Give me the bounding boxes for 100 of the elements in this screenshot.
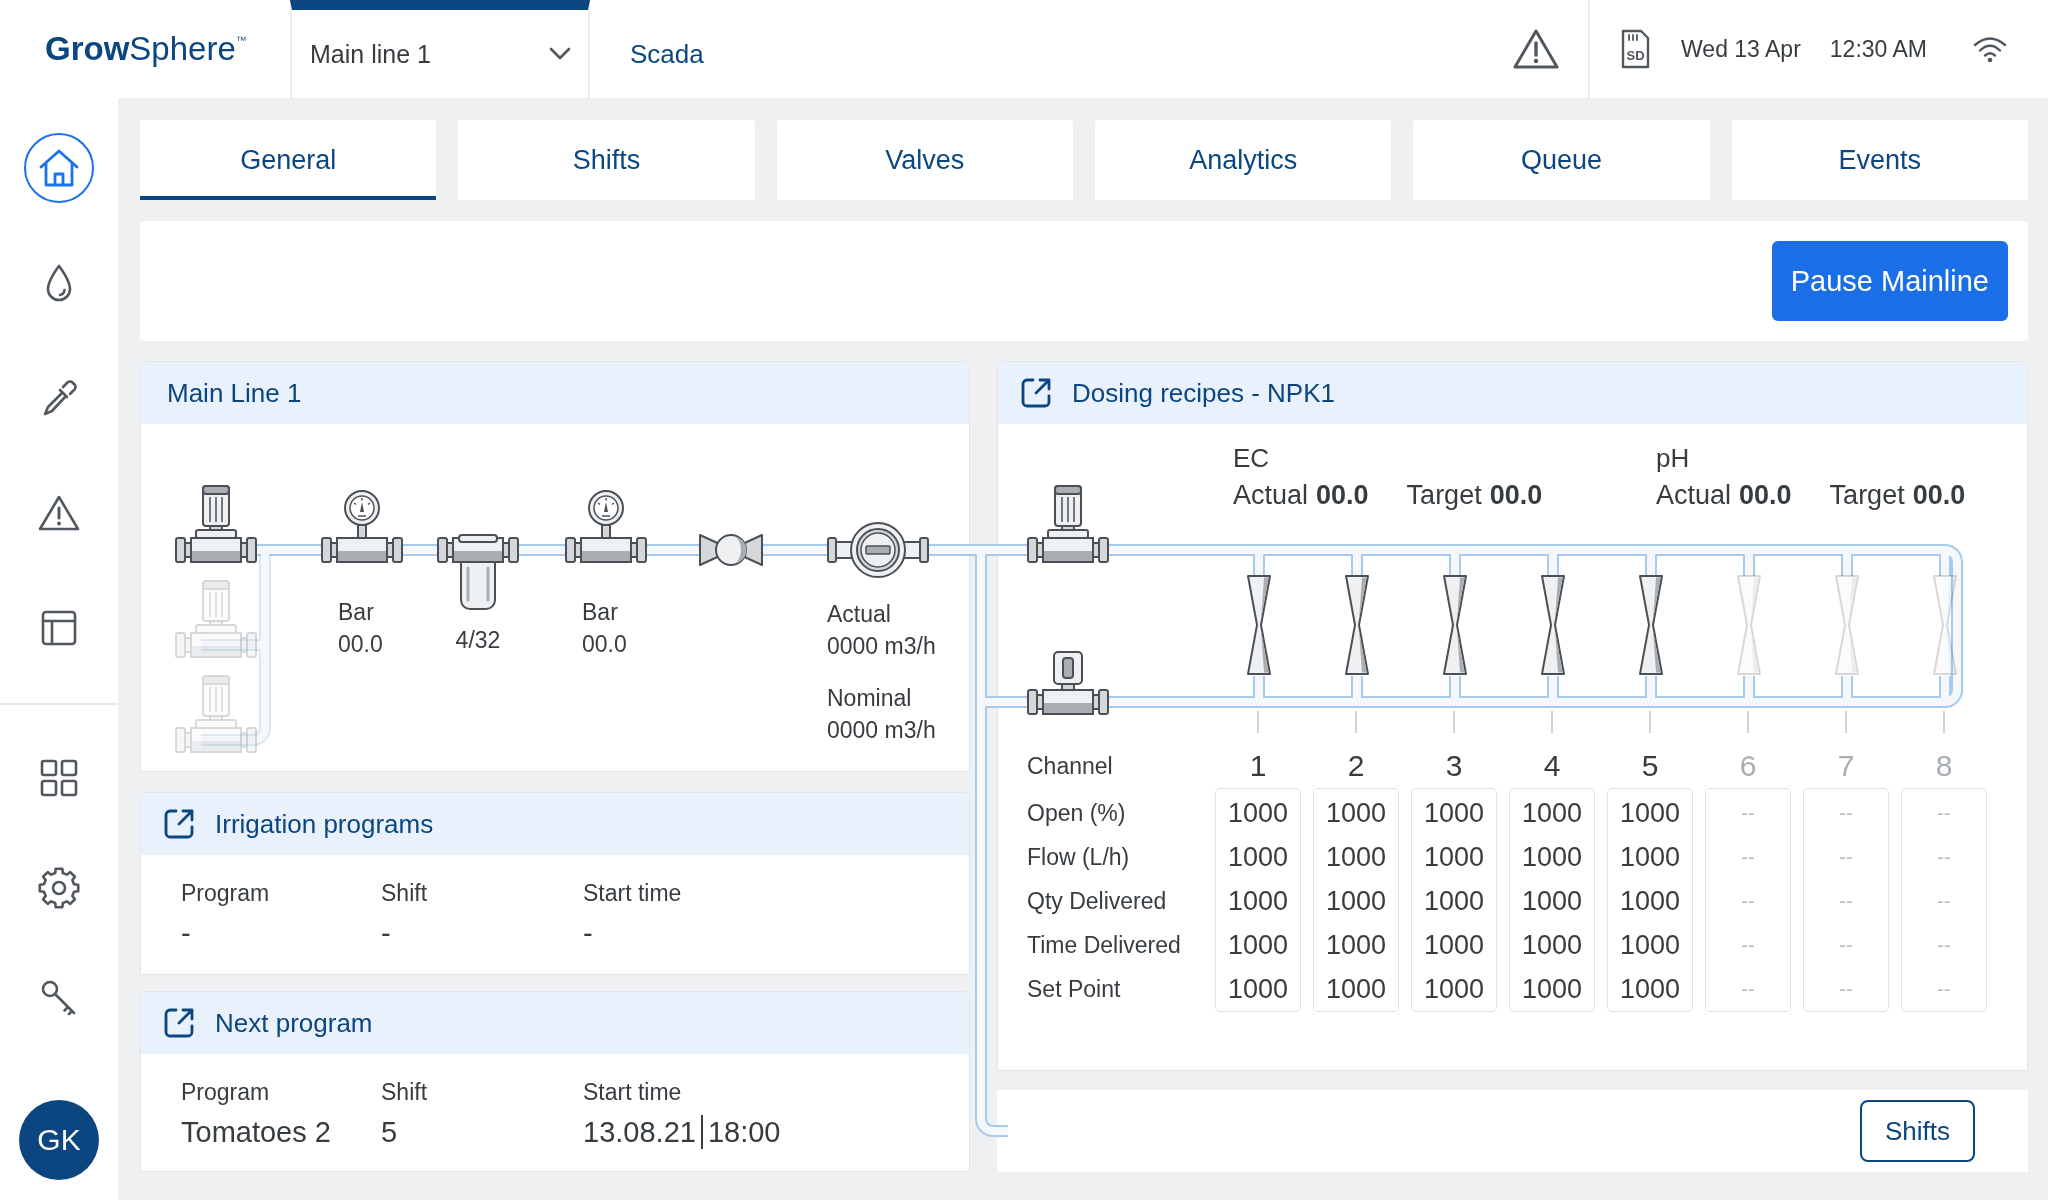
table-cell-text: 1000 xyxy=(1521,796,1583,830)
pause-button[interactable]: Pause Mainline xyxy=(1771,241,2008,321)
table-cell-text: 1000 xyxy=(1325,840,1387,874)
valve-icon xyxy=(698,532,764,568)
channel-number: 8 xyxy=(1935,748,1953,784)
tab[interactable]: Events xyxy=(1731,120,2028,200)
row-label: Set Point xyxy=(1027,975,1121,1004)
field-value: - xyxy=(583,916,593,951)
panel-title: Next program xyxy=(215,1007,373,1039)
table-cell-text: -- xyxy=(1937,800,1951,826)
field-label: Start time xyxy=(583,879,682,907)
table-cell-text: 1000 xyxy=(1227,840,1289,874)
drop-icon xyxy=(44,262,74,303)
wifi-icon xyxy=(1972,35,2008,63)
table-cell-text: 1000 xyxy=(1521,884,1583,918)
channel-number: 1 xyxy=(1249,748,1267,784)
table-cell-text: -- xyxy=(1839,800,1853,826)
external-link-icon[interactable] xyxy=(163,808,195,840)
table-cell-text: -- xyxy=(1741,800,1755,826)
table-cell-text: -- xyxy=(1741,932,1755,958)
panel-title: Dosing recipes - NPK1 xyxy=(1072,377,1335,409)
flow-label: Nominal xyxy=(827,684,912,713)
external-link-icon[interactable] xyxy=(163,1007,195,1039)
channel-number: 4 xyxy=(1543,748,1561,784)
field-label: Shift xyxy=(381,879,428,907)
reading-value: 00.0 xyxy=(1912,479,1966,512)
logo: GrowSphere$^{™}$ xyxy=(45,30,247,68)
table-cell-text: 1000 xyxy=(1619,796,1681,830)
flow-reading: 0000 m3/h xyxy=(827,632,936,661)
row-label: Qty Delivered xyxy=(1027,887,1167,916)
field-label: Start time xyxy=(583,1078,682,1106)
sidebar-nav-button[interactable] xyxy=(24,132,94,203)
table-cell-text: 1000 xyxy=(1423,972,1485,1006)
table-cell-text: 1000 xyxy=(1521,972,1583,1006)
field-value: Tomatoes 2 xyxy=(181,1115,331,1150)
row-label: Flow (L/h) xyxy=(1027,843,1130,872)
field-label: Program xyxy=(181,1078,270,1106)
reading-name: EC xyxy=(1233,442,1270,475)
field-label: Program xyxy=(181,879,270,907)
table-cell-text: -- xyxy=(1839,888,1853,914)
table-cell-text: 1000 xyxy=(1325,972,1387,1006)
flow-reading: 0000 m3/h xyxy=(827,716,936,745)
table-cell-text: -- xyxy=(1839,844,1853,870)
line-selector[interactable]: Main line 1 xyxy=(290,0,590,98)
row-label: Time Delivered xyxy=(1027,931,1181,960)
tab[interactable]: Analytics xyxy=(1095,120,1392,200)
table-cell-text: 1000 xyxy=(1521,840,1583,874)
chevron-down-icon xyxy=(549,47,571,61)
table-cell-text: 1000 xyxy=(1619,840,1681,874)
reading-value: 00.0 xyxy=(1316,479,1369,512)
pressure-gauge-icon xyxy=(321,489,403,563)
table-cell-text: -- xyxy=(1741,976,1755,1002)
panel-title: Irrigation programs xyxy=(215,808,434,840)
time-text: 12:30 AM xyxy=(1829,35,1927,63)
channel-number: 6 xyxy=(1739,748,1757,784)
table-cell-text: 1000 xyxy=(1521,928,1583,962)
row-label: Channel xyxy=(1027,752,1113,781)
table-cell-text: 1000 xyxy=(1423,928,1485,962)
tab[interactable]: Valves xyxy=(776,120,1073,200)
field-label: Shift xyxy=(381,1078,428,1106)
channel-number: 5 xyxy=(1641,748,1659,784)
pressure-reading: 00.0 xyxy=(338,630,383,659)
tab[interactable]: General xyxy=(140,120,437,200)
table-cell-text: 1000 xyxy=(1325,796,1387,830)
table-cell-text: 1000 xyxy=(1423,840,1485,874)
unit-label: Bar xyxy=(582,598,618,627)
table-cell-text: -- xyxy=(1937,844,1951,870)
field-value: - xyxy=(381,916,391,951)
table-cell-text: 1000 xyxy=(1227,928,1289,962)
table-cell-text: 1000 xyxy=(1227,796,1289,830)
shifts-button[interactable]: Shifts xyxy=(1859,1100,1975,1162)
date-text: Wed 13 Apr xyxy=(1681,35,1801,63)
external-link-icon[interactable] xyxy=(1020,377,1052,409)
channel-number: 7 xyxy=(1837,748,1855,784)
table-cell-text: 1000 xyxy=(1423,796,1485,830)
table-cell-text: 1000 xyxy=(1325,928,1387,962)
field-value: 5 xyxy=(381,1115,398,1150)
tab[interactable]: Queue xyxy=(1413,120,1710,200)
pressure-reading: 00.0 xyxy=(582,630,627,659)
reading-name: pH xyxy=(1656,442,1690,475)
table-cell-text: -- xyxy=(1741,844,1755,870)
tab[interactable]: Shifts xyxy=(458,120,755,200)
reading-label: Target xyxy=(1406,479,1482,512)
user-avatar[interactable]: GK xyxy=(19,1100,99,1180)
table-cell-text: 1000 xyxy=(1227,884,1289,918)
table-cell-text: -- xyxy=(1937,888,1951,914)
reading-label: Actual xyxy=(1656,479,1732,512)
time-value: 18:00 xyxy=(707,1115,781,1150)
table-cell-text: -- xyxy=(1839,932,1853,958)
filter-icon xyxy=(437,534,519,612)
table-cell-text: 1000 xyxy=(1227,972,1289,1006)
table-cell-text: 1000 xyxy=(1619,884,1681,918)
reading-value: 00.0 xyxy=(1739,479,1792,512)
sd-card-icon: SD xyxy=(1619,29,1652,69)
flow-label: Actual xyxy=(827,600,891,629)
table-cell-text: -- xyxy=(1741,888,1755,914)
filter-reading: 4/32 xyxy=(455,626,501,655)
reading-label: Target xyxy=(1829,479,1905,512)
flow-meter-icon xyxy=(827,521,929,579)
settings-icon xyxy=(37,866,81,910)
